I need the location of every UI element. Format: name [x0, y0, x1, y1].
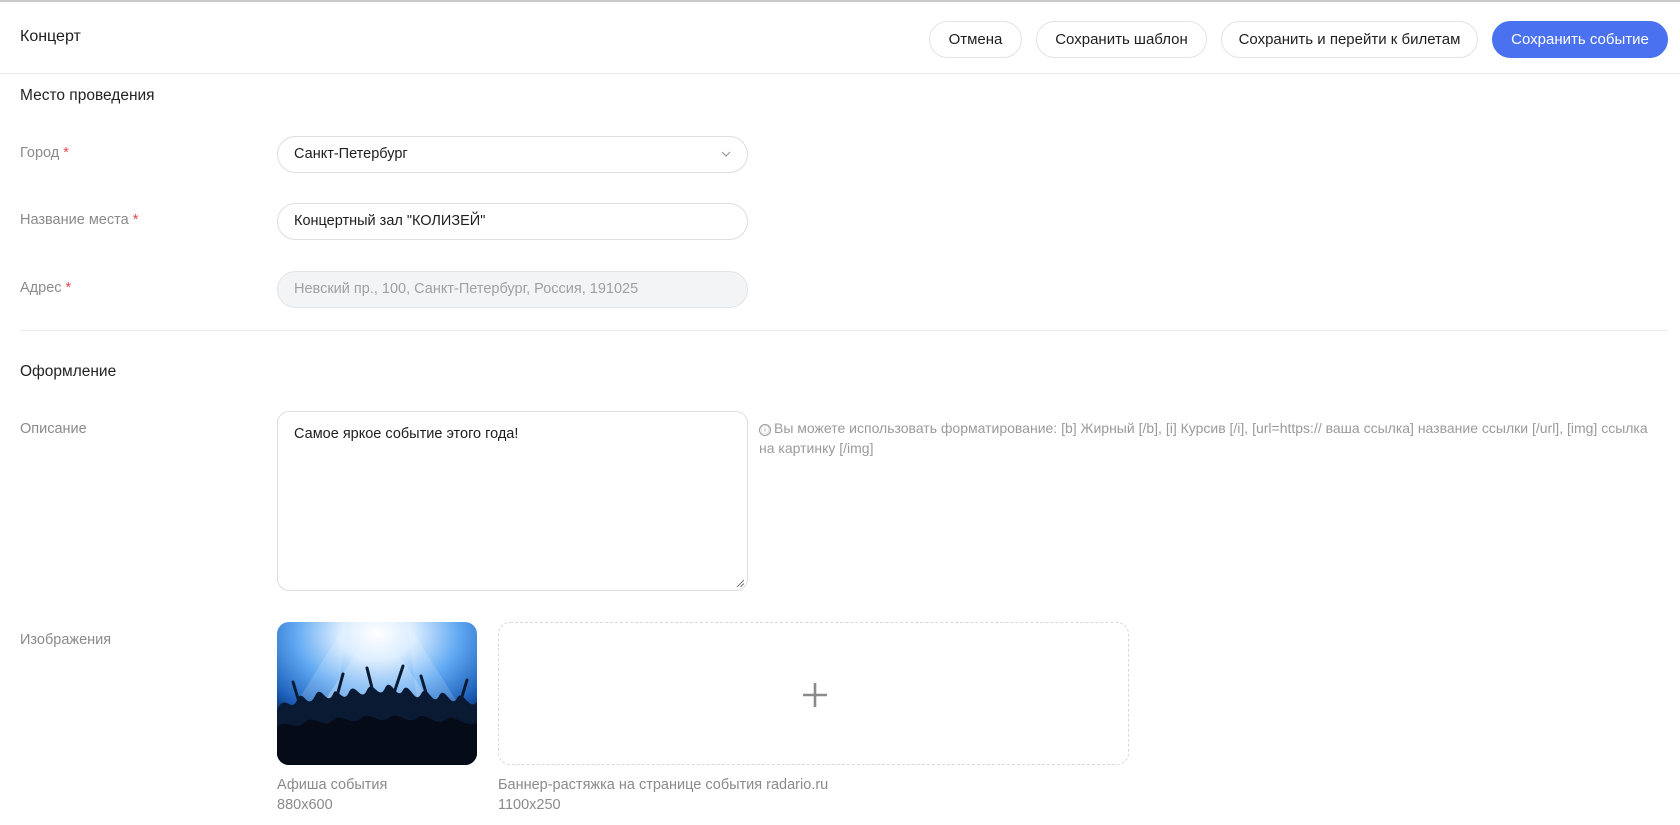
design-section-title: Оформление: [20, 363, 117, 380]
chevron-down-icon: [721, 151, 731, 157]
banner-caption-size: 1100x250: [498, 797, 561, 813]
section-divider: [20, 330, 1668, 331]
place-label-text: Название места: [20, 212, 129, 228]
save-and-tickets-button[interactable]: Сохранить и перейти к билетам: [1221, 21, 1478, 58]
required-mark: *: [65, 280, 72, 296]
city-select-value: Санкт-Петербург: [294, 146, 408, 162]
place-name-input[interactable]: Концертный зал "КОЛИЗЕЙ": [277, 203, 748, 240]
cancel-button[interactable]: Отмена: [929, 21, 1022, 58]
concert-crowd-image: [277, 622, 477, 765]
address-label-text: Адрес: [20, 280, 62, 296]
images-label: Изображения: [20, 632, 112, 648]
city-label-text: Город: [20, 145, 60, 161]
required-mark: *: [132, 212, 139, 228]
resize-handle-icon[interactable]: [736, 579, 744, 587]
page-title: Концерт: [20, 28, 81, 45]
required-mark: *: [63, 145, 69, 161]
info-icon: ⓘ: [759, 424, 771, 436]
address-input: Невский пр., 100, Санкт-Петербург, Росси…: [277, 271, 748, 308]
event-poster-image[interactable]: [277, 622, 477, 765]
description-textarea[interactable]: Самое яркое событие этого года!: [277, 411, 748, 591]
address-label: Адрес *: [20, 280, 71, 296]
banner-caption-title: Баннер-растяжка на странице события rada…: [498, 777, 829, 793]
place-label: Название места *: [20, 212, 138, 228]
poster-caption: Афиша события 880x600: [277, 775, 387, 815]
plus-icon: [803, 683, 827, 707]
save-template-button[interactable]: Сохранить шаблон: [1036, 21, 1207, 58]
banner-caption: Баннер-растяжка на странице события rada…: [498, 775, 828, 815]
formatting-hint-text: Вы можете использовать форматирование: […: [759, 420, 1648, 456]
venue-section-title: Место проведения: [20, 87, 155, 104]
poster-caption-title: Афиша события: [277, 777, 388, 793]
poster-caption-size: 880x600: [277, 797, 333, 813]
formatting-hint: ⓘ Вы можете использовать форматирование: …: [759, 418, 1664, 458]
description-value: Самое яркое событие этого года!: [294, 426, 519, 442]
description-label: Описание: [20, 421, 87, 437]
city-select[interactable]: Санкт-Петербург: [277, 136, 748, 173]
city-label: Город *: [20, 145, 69, 161]
address-value: Невский пр., 100, Санкт-Петербург, Росси…: [294, 281, 639, 297]
save-event-button[interactable]: Сохранить событие: [1492, 21, 1668, 58]
place-name-value: Концертный зал "КОЛИЗЕЙ": [294, 213, 486, 229]
page-header: Концерт Отмена Сохранить шаблон Сохранит…: [0, 2, 1680, 74]
banner-upload-dropzone[interactable]: [498, 622, 1129, 765]
